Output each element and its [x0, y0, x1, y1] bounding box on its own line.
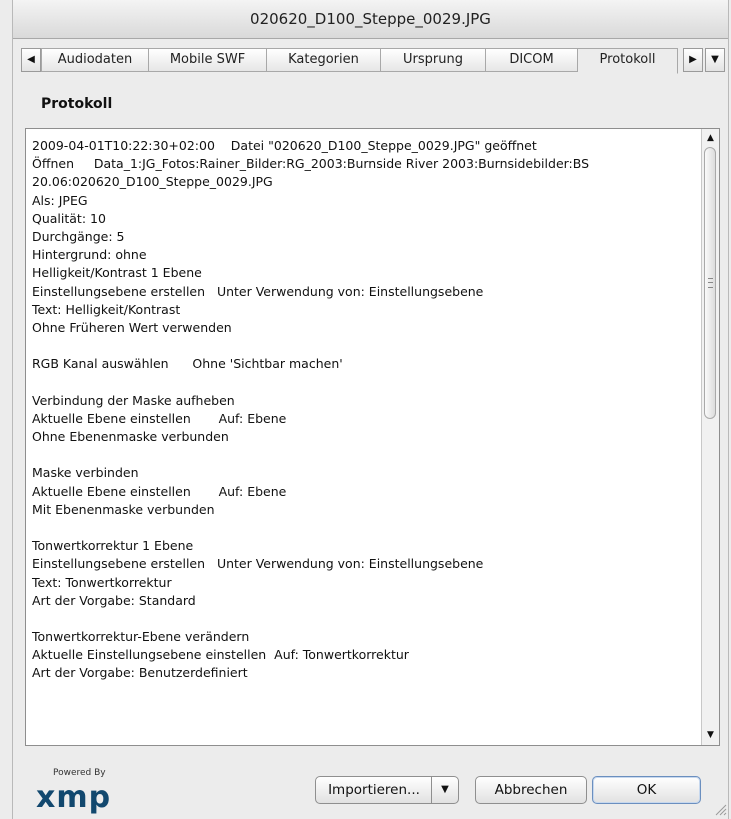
log-line: 2009-04-01T10:22:30+02:00 Datei "020620_… [32, 138, 537, 153]
cancel-button[interactable]: Abbrechen [475, 776, 587, 804]
scroll-up-arrow-icon[interactable]: ▲ [703, 131, 718, 146]
tab-menu-button[interactable]: ▼ [705, 48, 725, 72]
log-line: Tonwertkorrektur 1 Ebene [32, 538, 194, 554]
log-line: RGB Kanal auswählen Ohne 'Sichtbar mache… [32, 356, 343, 372]
log-line: Text: Tonwertkorrektur [32, 574, 172, 590]
log-line: Öffnen Data_1:JG_Fotos:Rainer_Bilder:RG_… [32, 156, 590, 172]
log-line: Aktuelle Ebene einstellen Auf: Ebene [32, 483, 287, 499]
log-line: Verbindung der Maske aufheben [32, 392, 235, 408]
protocol-log-text: 2009-04-01T10:22:30+02:00 Datei "020620_… [32, 137, 697, 683]
log-line: 20.06:020620_D100_Steppe_0029.JPG [32, 174, 273, 190]
log-line: Art der Vorgabe: Standard [32, 592, 196, 608]
tab-audiodaten[interactable]: Audiodaten [41, 48, 149, 72]
title-bar[interactable]: 020620_D100_Steppe_0029.JPG [13, 0, 728, 39]
tab-dicom[interactable]: DICOM [486, 48, 578, 72]
log-line: Einstellungsebene erstellen Unter Verwen… [32, 283, 484, 299]
tab-scroll-left-button[interactable]: ◀ [21, 48, 41, 72]
log-line: Hintergrund: ohne [32, 247, 147, 263]
log-line: Aktuelle Einstellungsebene einstellen Au… [32, 647, 409, 663]
import-button[interactable]: Importieren... [316, 777, 432, 803]
window-title: 020620_D100_Steppe_0029.JPG [250, 10, 491, 28]
grip-icon [708, 278, 713, 288]
log-line: Einstellungsebene erstellen Unter Verwen… [32, 556, 484, 572]
log-line: Art der Vorgabe: Benutzerdefiniert [32, 665, 248, 681]
scroll-down-arrow-icon[interactable]: ▼ [703, 728, 718, 743]
scrollbar-thumb[interactable] [704, 147, 716, 419]
tab-ursprung[interactable]: Ursprung [381, 48, 486, 72]
log-line: Maske verbinden [32, 465, 139, 481]
log-line: Als: JPEG [32, 192, 88, 208]
vertical-scrollbar[interactable]: ▲ ▼ [701, 129, 719, 745]
tab-scroll-right-button[interactable]: ▶ [683, 48, 703, 72]
import-split-button: Importieren... ▼ [315, 776, 459, 804]
section-title: Protokoll [41, 96, 113, 112]
log-line: Ohne Ebenenmaske verbunden [32, 429, 229, 444]
log-line: Ohne Früheren Wert verwenden [32, 319, 232, 335]
tab-mobile-swf[interactable]: Mobile SWF [149, 48, 267, 72]
tab-bar: ◀ Audiodaten Mobile SWF Kategorien Urspr… [21, 48, 725, 74]
xmp-logo: xmp [36, 780, 112, 815]
log-line: Aktuelle Ebene einstellen Auf: Ebene [32, 410, 287, 426]
resize-grip-icon[interactable] [713, 802, 727, 816]
tab-protokoll[interactable]: Protokoll [578, 48, 678, 74]
log-line: Mit Ebenenmaske verbunden [32, 501, 215, 517]
import-menu-arrow-icon[interactable]: ▼ [431, 777, 458, 803]
log-line: Qualität: 10 [32, 210, 106, 226]
dialog-footer: Powered By xmp Importieren... ▼ Abbreche… [0, 760, 731, 819]
log-line: Durchgänge: 5 [32, 228, 125, 244]
protocol-log[interactable]: 2009-04-01T10:22:30+02:00 Datei "020620_… [25, 128, 720, 746]
log-line: Tonwertkorrektur-Ebene verändern [32, 629, 250, 645]
log-line: Text: Helligkeit/Kontrast [32, 301, 181, 317]
ok-button[interactable]: OK [592, 776, 701, 804]
powered-by-label: Powered By [53, 768, 106, 778]
tab-kategorien[interactable]: Kategorien [267, 48, 381, 72]
log-line: Helligkeit/Kontrast 1 Ebene [32, 265, 202, 281]
